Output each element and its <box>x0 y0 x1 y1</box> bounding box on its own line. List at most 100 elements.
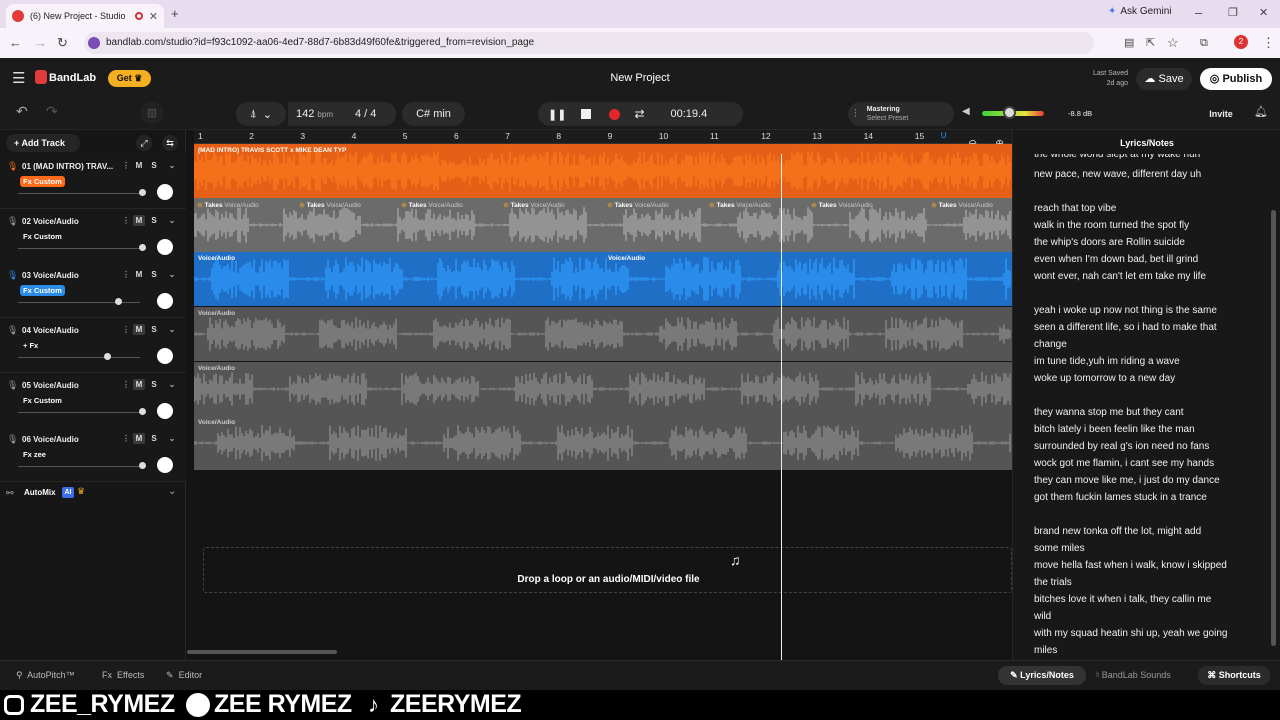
chevron-down-icon[interactable]: ⌄ <box>166 269 178 280</box>
chevron-down-icon[interactable]: ⌄ <box>166 160 178 171</box>
save-button[interactable]: ☁ Save <box>1136 68 1192 90</box>
track-settings-icon[interactable]: ⇆ <box>162 135 178 151</box>
lyrics-notes-toggle[interactable]: ✎ Lyrics/Notes <box>998 666 1086 685</box>
track-name[interactable]: 02 Voice/Audio <box>22 217 79 226</box>
track-header[interactable]: 🎙︎ 03 Voice/Audio ⋮ M S ⌄ Fx Custom <box>0 263 186 318</box>
track-header[interactable]: 🎙︎ 05 Voice/Audio ⋮ M S ⌄ Fx Custom <box>0 373 186 428</box>
screenshot-icon[interactable]: ⧉ <box>1200 36 1208 50</box>
editor-button[interactable]: ✎ Editor <box>166 670 202 681</box>
track-volume-slider[interactable] <box>18 248 140 249</box>
site-info-icon[interactable] <box>88 37 100 49</box>
chevron-down-icon[interactable]: ⌄ <box>166 379 178 390</box>
track-volume-handle[interactable] <box>139 408 146 415</box>
record-icon[interactable] <box>609 108 621 120</box>
minimize-icon[interactable]: – <box>1195 6 1202 20</box>
track-pan-knob[interactable] <box>157 403 173 419</box>
browser-menu-icon[interactable]: ⋮ <box>1262 36 1275 50</box>
mute-button[interactable]: M <box>133 215 145 226</box>
speaker-icon[interactable]: ◀ <box>962 106 970 117</box>
mute-button[interactable]: M <box>133 160 145 171</box>
invite-button[interactable]: Invite <box>1200 102 1242 126</box>
loop-icon[interactable]: ⇄ <box>634 107 644 121</box>
track-name[interactable]: 03 Voice/Audio <box>22 271 79 280</box>
autopitch-button[interactable]: ⚲ AutoPitch™ <box>16 670 75 681</box>
track-volume-handle[interactable] <box>139 462 146 469</box>
track-options-icon[interactable]: ⋮ <box>120 215 132 226</box>
track-volume-slider[interactable] <box>18 357 140 358</box>
browser-tab[interactable]: (6) New Project - Studio ✕ <box>6 4 164 28</box>
reading-list-icon[interactable]: ▤ <box>1124 36 1134 50</box>
chevron-down-icon[interactable]: ⌄ <box>166 324 178 335</box>
track-header[interactable]: 🎙︎ 04 Voice/Audio ⋮ M S ⌄ + Fx <box>0 318 186 373</box>
tempo-timesig-group[interactable]: 142 bpm 4 / 4 <box>288 102 396 126</box>
snap-magnet-icon[interactable]: ∪ <box>940 130 947 141</box>
bookmark-star-icon[interactable]: ☆ <box>1167 36 1179 50</box>
clip-track-01[interactable]: (MAD INTRO) TRAVIS SCOTT x MIKE DEAN TYP <box>193 144 1012 198</box>
stop-icon[interactable] <box>581 109 592 119</box>
track-volume-slider[interactable] <box>18 193 140 194</box>
track-name[interactable]: 01 (MAD INTRO) TRAV... <box>22 162 113 171</box>
track-volume-handle[interactable] <box>104 353 111 360</box>
chevron-down-icon[interactable]: ⌄ <box>166 215 178 226</box>
clip-track-05[interactable]: Voice/Audio <box>193 362 1012 416</box>
track-fx-badge[interactable]: Fx Custom <box>20 176 65 187</box>
clip-track-04[interactable]: Voice/Audio <box>193 307 1012 361</box>
window-close-icon[interactable]: ✕ <box>1259 6 1268 20</box>
track-options-icon[interactable]: ⋮ <box>120 379 132 390</box>
track-volume-handle[interactable] <box>139 189 146 196</box>
track-fx-badge[interactable]: Fx Custom <box>20 231 65 242</box>
timeline-ruler[interactable]: 1 2 3 4 5 6 7 8 9 10 11 12 13 14 15 ∪ <box>194 130 1012 144</box>
lyrics-notes-panel[interactable]: Lyrics/Notes the whole world slept at my… <box>1012 130 1280 660</box>
track-pan-knob[interactable] <box>157 293 173 309</box>
key-selector[interactable]: C# min <box>402 102 465 126</box>
pause-icon[interactable]: ❚❚ <box>548 108 566 121</box>
track-fx-badge[interactable]: Fx zee <box>20 449 49 460</box>
piano-keys-icon[interactable]: ▥ <box>140 102 164 124</box>
master-volume-knob[interactable] <box>1003 106 1016 119</box>
track-header[interactable]: 🎙︎ 06 Voice/Audio ⋮ M S ⌄ Fx zee <box>0 427 186 482</box>
track-options-icon[interactable]: ⋮ <box>120 324 132 335</box>
bpm-value[interactable]: 142 <box>296 108 314 120</box>
track-name[interactable]: 05 Voice/Audio <box>22 381 79 390</box>
shortcuts-button[interactable]: ⌘ Shortcuts <box>1198 666 1270 685</box>
ask-gemini-button[interactable]: ✦ Ask Gemini <box>1108 6 1172 17</box>
get-membership-button[interactable]: Get ♛ <box>108 70 151 87</box>
automation-icon[interactable]: ⤢ <box>136 135 152 151</box>
solo-button[interactable]: S <box>148 160 160 171</box>
track-volume-slider[interactable] <box>18 412 140 413</box>
publish-button[interactable]: ◎ Publish <box>1200 68 1272 90</box>
restore-icon[interactable]: ❐ <box>1228 6 1238 20</box>
solo-button[interactable]: S <box>148 324 160 335</box>
redo-icon[interactable]: ↷ <box>46 103 58 120</box>
project-title[interactable]: New Project <box>540 72 740 84</box>
track-fx-badge[interactable]: + Fx <box>20 340 41 351</box>
url-field[interactable]: bandlab.com/studio?id=f93c1092-aa06-4ed7… <box>84 32 1094 54</box>
time-signature[interactable]: 4 / 4 <box>355 108 376 120</box>
hamburger-menu-icon[interactable]: ☰ <box>12 69 25 87</box>
solo-button[interactable]: S <box>148 379 160 390</box>
mastering-preset-button[interactable]: ⫶ Mastering Select Preset <box>848 102 954 126</box>
install-app-icon[interactable]: ⇱ <box>1146 36 1155 50</box>
solo-button[interactable]: S <box>148 215 160 226</box>
reload-icon[interactable]: ↻ <box>57 36 68 50</box>
track-pan-knob[interactable] <box>157 184 173 200</box>
drop-zone[interactable]: ♫ Drop a loop or an audio/MIDI/video fil… <box>203 547 1012 593</box>
automix-row[interactable]: ⚯ AutoMix AI ♛ ⌄ <box>0 483 186 505</box>
track-header[interactable]: 🎙︎ 01 (MAD INTRO) TRAV... ⋮ M S ⌄ Fx Custom <box>0 154 186 209</box>
chevron-down-icon[interactable]: ⌄ <box>166 433 178 444</box>
mute-button[interactable]: M <box>133 324 145 335</box>
chevron-down-icon[interactable]: ⌄ <box>168 486 176 497</box>
clip-track-02[interactable]: ☆ Takes Voice/Audio ☆ Takes Voice/Audio ☆ … <box>193 198 1012 252</box>
solo-button[interactable]: S <box>148 269 160 280</box>
track-name[interactable]: 06 Voice/Audio <box>22 435 79 444</box>
lyrics-scrollbar[interactable] <box>1271 210 1276 646</box>
mute-button[interactable]: M <box>133 433 145 444</box>
undo-icon[interactable]: ↶ <box>16 103 28 120</box>
add-track-button[interactable]: + Add Track <box>6 134 80 152</box>
profile-avatar[interactable]: 2 <box>1234 35 1248 49</box>
back-arrow-icon[interactable]: ← <box>9 36 22 50</box>
mute-button[interactable]: M <box>133 269 145 280</box>
track-header[interactable]: 🎙︎ 02 Voice/Audio ⋮ M S ⌄ Fx Custom <box>0 209 186 264</box>
track-volume-handle[interactable] <box>139 244 146 251</box>
new-tab-icon[interactable]: + <box>171 7 179 21</box>
